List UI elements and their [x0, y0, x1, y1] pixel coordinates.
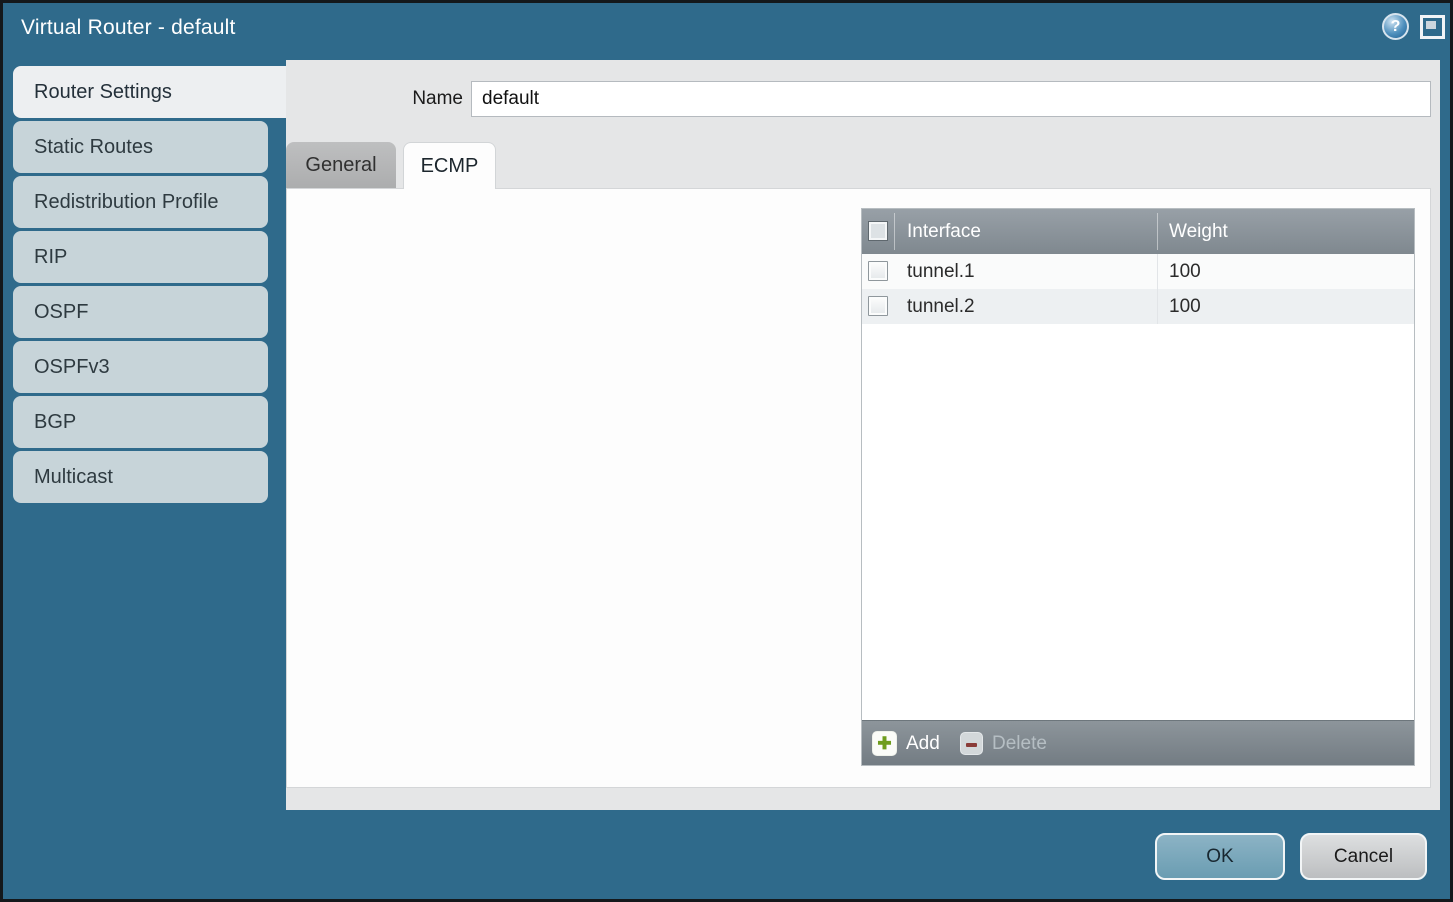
plus-icon: ✚ [872, 731, 897, 756]
weight-column-header[interactable]: Weight [1169, 209, 1228, 254]
interface-cell[interactable]: tunnel.1 [907, 254, 975, 289]
table-toolbar: ✚ Add Delete [862, 720, 1414, 765]
sidebar-item-bgp[interactable]: BGP [13, 396, 268, 448]
tab-ecmp-label: ECMP [421, 155, 479, 177]
sidebar-item-redistribution-profile[interactable]: Redistribution Profile [13, 176, 268, 228]
sidebar-item-multicast[interactable]: Multicast [13, 451, 268, 503]
help-icon[interactable]: ? [1382, 13, 1409, 40]
tab-general[interactable]: General [286, 142, 396, 188]
tab-ecmp[interactable]: ECMP [403, 142, 496, 189]
add-button-label: Add [906, 733, 940, 755]
weight-cell[interactable]: 100 [1169, 289, 1201, 324]
delete-button[interactable]: Delete [960, 732, 1047, 755]
sidebar-item-label: Multicast [34, 466, 113, 488]
sidebar-item-label: OSPF [34, 301, 88, 323]
dialog-title: Virtual Router - default [21, 16, 236, 40]
row-checkbox[interactable] [868, 261, 888, 281]
column-divider [894, 213, 895, 250]
interface-cell[interactable]: tunnel.2 [907, 289, 975, 324]
sidebar-item-ospfv3[interactable]: OSPFv3 [13, 341, 268, 393]
table-row[interactable]: tunnel.1 100 [862, 254, 1414, 289]
minus-icon [960, 732, 983, 755]
row-checkbox[interactable] [868, 296, 888, 316]
column-divider [1157, 254, 1158, 289]
sidebar-item-label: Router Settings [34, 81, 172, 103]
sidebar-item-label: Redistribution Profile [34, 191, 219, 213]
column-divider [1157, 213, 1158, 250]
sidebar-item-label: BGP [34, 411, 76, 433]
table-header-row: Interface Weight [862, 209, 1414, 254]
sidebar-item-rip[interactable]: RIP [13, 231, 268, 283]
tab-general-label: General [305, 154, 376, 176]
weight-cell[interactable]: 100 [1169, 254, 1201, 289]
table-row[interactable]: tunnel.2 100 [862, 289, 1414, 324]
column-divider [1157, 289, 1158, 324]
sidebar-item-static-routes[interactable]: Static Routes [13, 121, 268, 173]
sidebar-item-label: OSPFv3 [34, 356, 110, 378]
ecmp-interface-table: Interface Weight tunnel.1 100 tunnel.2 1… [861, 208, 1415, 766]
sidebar-item-label: Static Routes [34, 136, 153, 158]
delete-button-label: Delete [992, 733, 1047, 755]
sidebar-item-ospf[interactable]: OSPF [13, 286, 268, 338]
name-input[interactable] [471, 81, 1431, 117]
interface-column-header[interactable]: Interface [907, 209, 981, 254]
help-glyph: ? [1391, 18, 1401, 36]
virtual-router-dialog: Virtual Router - default ? Router Settin… [0, 0, 1453, 902]
add-button[interactable]: ✚ Add [872, 731, 940, 756]
sidebar-item-router-settings[interactable]: Router Settings [13, 66, 286, 118]
ok-button[interactable]: OK [1155, 833, 1285, 880]
name-label: Name [383, 81, 463, 117]
cancel-button[interactable]: Cancel [1300, 833, 1427, 880]
window-restore-icon[interactable] [1420, 15, 1445, 39]
sidebar-item-label: RIP [34, 246, 67, 268]
select-all-checkbox[interactable] [868, 221, 888, 241]
